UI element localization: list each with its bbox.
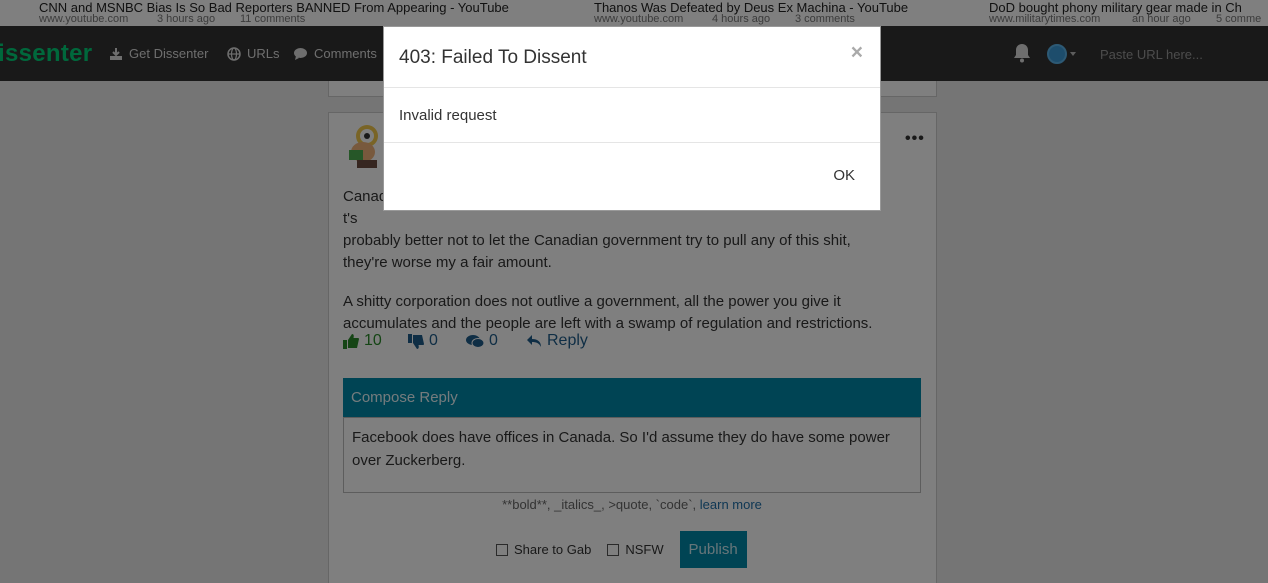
dialog-footer: OK [384,143,880,211]
ok-button[interactable]: OK [833,167,855,184]
dialog-message: Invalid request [399,107,497,124]
error-dialog: 403: Failed To Dissent × Invalid request… [383,26,881,211]
dialog-title: 403: Failed To Dissent [399,47,587,68]
dialog-body: Invalid request [384,88,880,143]
dialog-header: 403: Failed To Dissent × [384,27,880,88]
close-icon[interactable]: × [851,42,863,63]
